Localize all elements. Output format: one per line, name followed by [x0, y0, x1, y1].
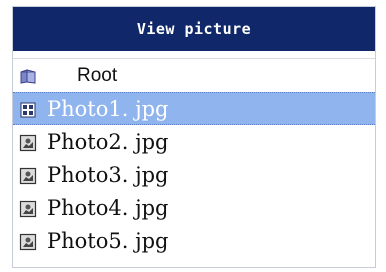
- panel-title: View picture: [13, 7, 375, 51]
- tree-item-photo3[interactable]: Photo3. jpg: [13, 158, 375, 191]
- image-file-icon: [19, 166, 37, 184]
- tree-item-photo4[interactable]: Photo4. jpg: [13, 191, 375, 224]
- tree-item-label: Root: [77, 64, 118, 86]
- tree-item-label: Photo1. jpg: [47, 96, 169, 121]
- file-tree: Root Photo1. jpg Photo2. jpg Photo3. jpg…: [13, 59, 375, 257]
- tree-item-photo5[interactable]: Photo5. jpg: [13, 224, 375, 257]
- image-file-icon: [19, 100, 37, 118]
- tree-item-photo1[interactable]: Photo1. jpg: [13, 92, 375, 125]
- title-divider: [13, 51, 375, 59]
- tree-item-label: Photo3. jpg: [47, 162, 169, 187]
- tree-item-label: Photo4. jpg: [47, 195, 169, 220]
- image-file-icon: [19, 199, 37, 217]
- tree-item-photo2[interactable]: Photo2. jpg: [13, 125, 375, 158]
- image-file-icon: [19, 232, 37, 250]
- folder-icon: [19, 67, 37, 85]
- view-picture-panel: View picture Root Photo1. jpg Photo2. jp…: [12, 6, 376, 268]
- image-file-icon: [19, 133, 37, 151]
- tree-item-label: Photo2. jpg: [47, 129, 169, 154]
- tree-item-root[interactable]: Root: [13, 59, 375, 92]
- tree-item-label: Photo5. jpg: [47, 228, 169, 253]
